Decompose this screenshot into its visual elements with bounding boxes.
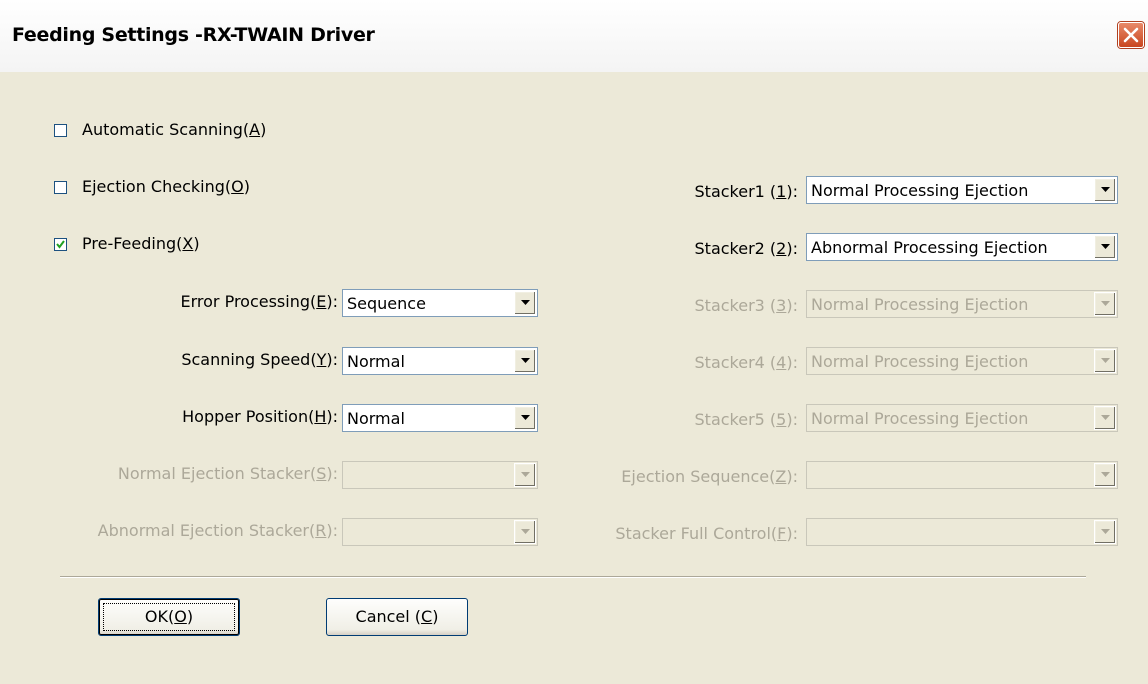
hopper-position-label: Hopper Position(H): bbox=[182, 407, 338, 426]
stacker-full-control-label: Stacker Full Control(F): bbox=[615, 524, 798, 543]
stacker4-select[interactable]: Normal Processing Ejection bbox=[806, 347, 1118, 375]
dropdown-arrow-icon[interactable] bbox=[514, 349, 536, 373]
title-bar: Feeding Settings -RX-TWAIN Driver bbox=[0, 0, 1148, 72]
stacker1-select[interactable]: Normal Processing Ejection bbox=[806, 176, 1118, 204]
stacker-full-control-select[interactable] bbox=[806, 518, 1118, 546]
abnormal-ejection-stacker-select[interactable] bbox=[342, 518, 538, 546]
close-button[interactable] bbox=[1118, 22, 1144, 48]
ok-button[interactable]: OK(O) bbox=[98, 598, 240, 636]
automatic-scanning-label: Automatic Scanning(A) bbox=[82, 120, 267, 139]
stacker2-select[interactable]: Abnormal Processing Ejection bbox=[806, 233, 1118, 261]
stacker4-label: Stacker4 (4): bbox=[694, 353, 798, 372]
separator-line bbox=[60, 576, 1086, 578]
ejection-checking-checkbox[interactable] bbox=[54, 181, 67, 194]
normal-ejection-stacker-select[interactable] bbox=[342, 461, 538, 489]
stacker3-select[interactable]: Normal Processing Ejection bbox=[806, 290, 1118, 318]
ejection-checking-label: Ejection Checking(O) bbox=[82, 177, 250, 196]
dropdown-arrow-icon[interactable] bbox=[1094, 406, 1116, 430]
cancel-button[interactable]: Cancel (C) bbox=[326, 598, 468, 636]
window-title: Feeding Settings -RX-TWAIN Driver bbox=[12, 24, 375, 46]
dropdown-arrow-icon[interactable] bbox=[1094, 178, 1116, 202]
pre-feeding-checkbox[interactable] bbox=[54, 238, 67, 251]
dropdown-arrow-icon[interactable] bbox=[514, 520, 536, 544]
error-processing-label: Error Processing(E): bbox=[180, 292, 338, 311]
scanning-speed-label: Scanning Speed(Y): bbox=[181, 350, 338, 369]
pre-feeding-label: Pre-Feeding(X) bbox=[82, 234, 200, 253]
scanning-speed-select[interactable]: Normal bbox=[342, 347, 538, 375]
focus-rectangle bbox=[103, 603, 235, 631]
dropdown-arrow-icon[interactable] bbox=[514, 406, 536, 430]
close-icon bbox=[1123, 27, 1139, 43]
stacker5-label: Stacker5 (5): bbox=[694, 410, 798, 429]
ejection-sequence-select[interactable] bbox=[806, 461, 1118, 489]
dropdown-arrow-icon[interactable] bbox=[514, 291, 536, 315]
dropdown-arrow-icon[interactable] bbox=[1094, 235, 1116, 259]
checkmark-icon bbox=[56, 240, 65, 249]
abnormal-ejection-stacker-label: Abnormal Ejection Stacker(R): bbox=[97, 521, 338, 540]
stacker5-select[interactable]: Normal Processing Ejection bbox=[806, 404, 1118, 432]
dropdown-arrow-icon[interactable] bbox=[1094, 292, 1116, 316]
error-processing-select[interactable]: Sequence bbox=[342, 289, 538, 317]
stacker2-label: Stacker2 (2): bbox=[694, 239, 798, 258]
stacker1-label: Stacker1 (1): bbox=[694, 182, 798, 201]
normal-ejection-stacker-label: Normal Ejection Stacker(S): bbox=[117, 464, 338, 483]
dropdown-arrow-icon[interactable] bbox=[1094, 520, 1116, 544]
ejection-sequence-label: Ejection Sequence(Z): bbox=[621, 467, 798, 486]
dropdown-arrow-icon[interactable] bbox=[1094, 463, 1116, 487]
hopper-position-select[interactable]: Normal bbox=[342, 404, 538, 432]
dropdown-arrow-icon[interactable] bbox=[1094, 349, 1116, 373]
stacker3-label: Stacker3 (3): bbox=[694, 296, 798, 315]
automatic-scanning-checkbox[interactable] bbox=[54, 124, 67, 137]
dialog-window: Feeding Settings -RX-TWAIN Driver Automa… bbox=[0, 0, 1148, 684]
dropdown-arrow-icon[interactable] bbox=[514, 463, 536, 487]
